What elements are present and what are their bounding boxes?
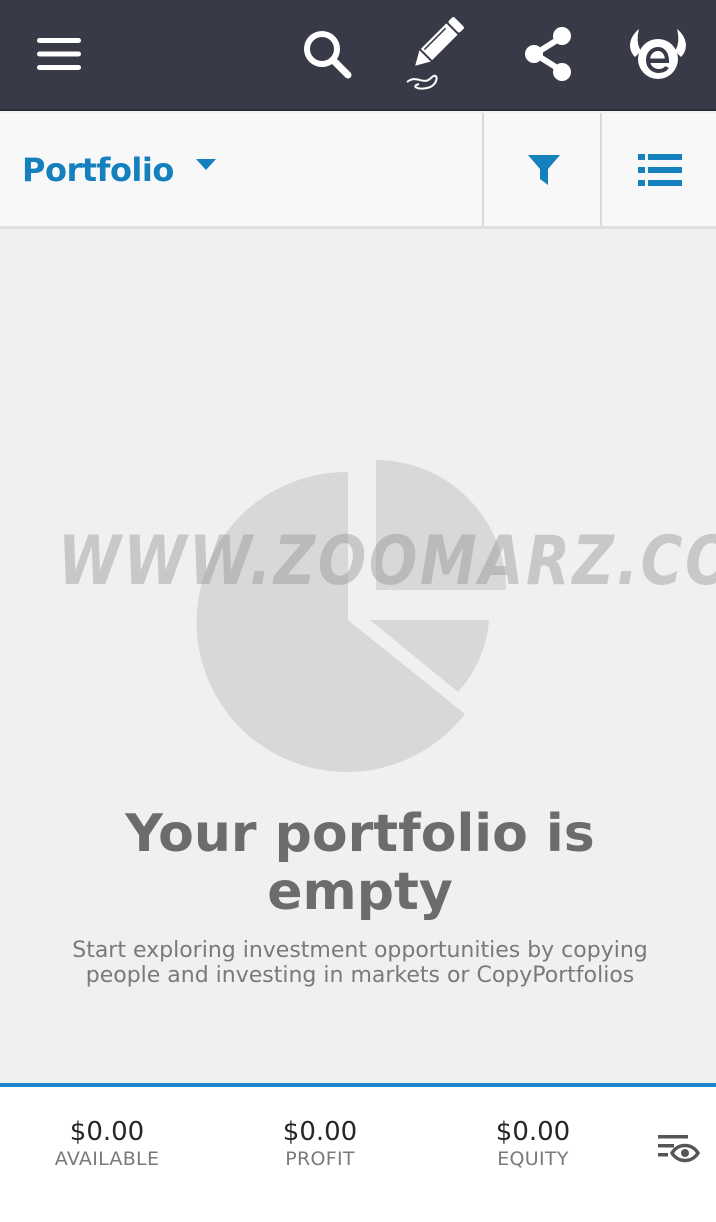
empty-state-subtitle: Start exploring investment opportunities… [72,938,648,988]
empty-state-title: Your portfolio is empty [125,804,595,922]
edit-button[interactable] [395,14,475,94]
available-label: AVAILABLE [54,1148,160,1170]
portfolio-header: Portfolio [0,113,716,229]
etoro-logo [630,29,686,79]
view-options-icon [658,1135,700,1163]
equity-value: $0.00 [495,1117,571,1147]
list-view-icon [638,153,682,186]
account-summary-bar: $0.00 AVAILABLE $0.00 PROFIT $0.00 EQUIT… [0,1083,716,1222]
caret-down-icon [195,159,216,170]
empty-portfolio-illustration [190,452,530,786]
filter-icon [528,154,560,185]
equity-stat[interactable]: $0.00 EQUITY [443,1117,623,1171]
etoro-logo-button[interactable] [618,14,698,94]
header-divider [600,113,602,226]
profit-stat[interactable]: $0.00 PROFIT [230,1117,410,1171]
filter-button[interactable] [488,113,600,226]
menu-button[interactable] [19,14,99,94]
watermark-text: WWW.ZOOMARZ.COM [58,522,716,601]
app-toolbar [0,0,716,111]
equity-label: EQUITY [497,1148,569,1170]
menu-icon [37,38,81,70]
pie-chart-icon [196,460,506,772]
edit-icon [406,17,464,90]
header-divider [482,113,484,226]
search-button[interactable] [287,14,367,94]
search-icon [304,31,352,79]
available-stat[interactable]: $0.00 AVAILABLE [17,1117,197,1171]
page-title: Portfolio [22,151,174,189]
share-icon [525,27,571,81]
view-options-button[interactable] [650,1127,708,1173]
share-button[interactable] [508,14,588,94]
profit-label: PROFIT [285,1148,355,1170]
list-view-button[interactable] [604,113,716,226]
portfolio-dropdown[interactable]: Portfolio [22,135,216,205]
profit-value: $0.00 [282,1117,358,1147]
available-value: $0.00 [69,1117,145,1147]
